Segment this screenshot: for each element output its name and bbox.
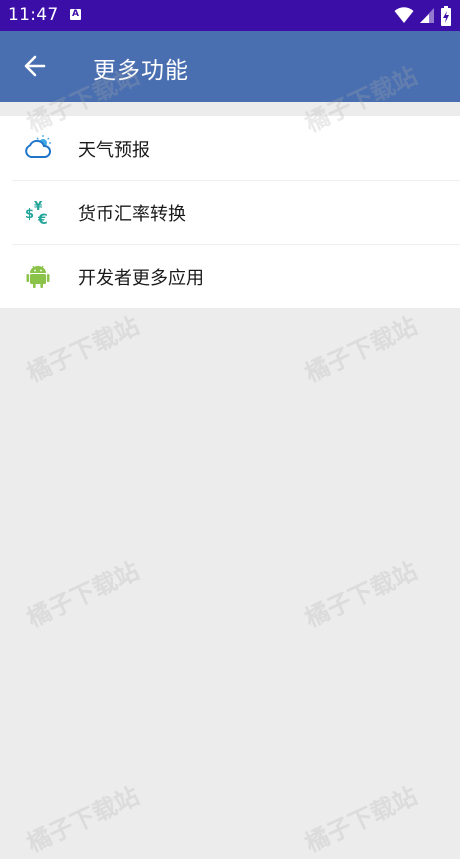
list-item-label: 货币汇率转换 bbox=[78, 204, 186, 225]
watermark: 橘子下载站 bbox=[22, 311, 144, 388]
watermark: 橘子下载站 bbox=[300, 781, 422, 858]
list-item-more-apps[interactable]: 开发者更多应用 bbox=[0, 244, 460, 308]
svg-text:¥: ¥ bbox=[34, 199, 43, 213]
battery-icon bbox=[441, 6, 451, 26]
list-item-label: 天气预报 bbox=[78, 140, 150, 161]
list-item-weather[interactable]: 天气预报 bbox=[0, 116, 460, 180]
feature-list: 天气预报 $ ¥ € 货币汇率转换 开发者更多应用 bbox=[0, 116, 460, 308]
watermark: 橘子下载站 bbox=[300, 311, 422, 388]
signal-icon bbox=[419, 8, 434, 23]
status-bar: 11:47 A bbox=[0, 0, 460, 31]
status-time: 11:47 bbox=[8, 5, 59, 25]
weather-cloud-icon bbox=[25, 135, 51, 158]
currency-exchange-icon: $ ¥ € bbox=[25, 199, 48, 226]
list-item-currency[interactable]: $ ¥ € 货币汇率转换 bbox=[0, 180, 460, 244]
arrow-left-icon bbox=[24, 55, 46, 77]
android-icon bbox=[26, 265, 50, 288]
wifi-icon bbox=[394, 7, 414, 23]
svg-text:$: $ bbox=[25, 207, 34, 222]
svg-text:€: € bbox=[37, 212, 48, 226]
list-item-label: 开发者更多应用 bbox=[78, 268, 204, 289]
status-icons bbox=[394, 6, 452, 26]
watermark: 橘子下载站 bbox=[22, 781, 144, 858]
back-button[interactable] bbox=[22, 53, 48, 79]
watermark: 橘子下载站 bbox=[22, 556, 144, 633]
page-title: 更多功能 bbox=[93, 58, 189, 84]
app-bar: 更多功能 bbox=[0, 31, 460, 102]
notification-icon: A bbox=[70, 9, 81, 20]
watermark: 橘子下载站 bbox=[300, 556, 422, 633]
